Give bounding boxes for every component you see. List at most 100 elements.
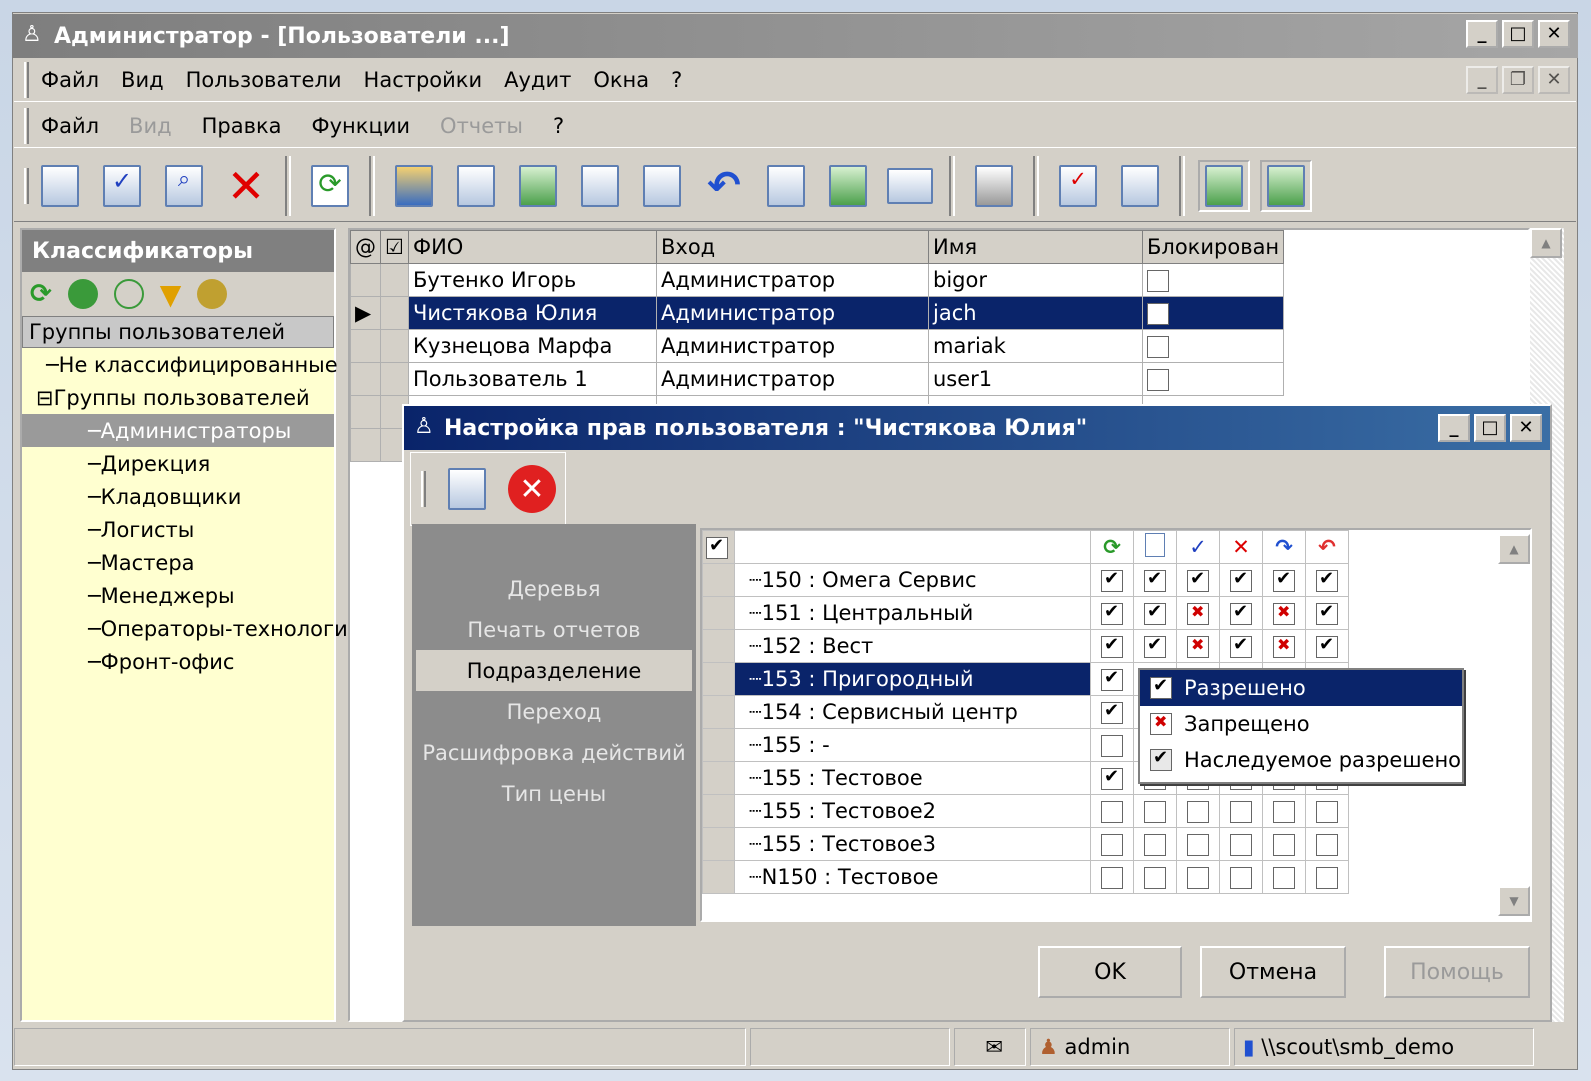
- right-checkbox[interactable]: [1187, 834, 1209, 856]
- right-checkbox[interactable]: [1230, 834, 1252, 856]
- rights-row[interactable]: ┈155 : Тестовое3: [702, 827, 1349, 861]
- name-cell[interactable]: bigor: [928, 263, 1143, 297]
- menu-6[interactable]: ?: [671, 68, 682, 92]
- right-checkbox[interactable]: [1101, 867, 1123, 889]
- fio-cell[interactable]: Бутенко Игорь: [408, 263, 657, 297]
- refresh-icon[interactable]: ⟳: [30, 279, 52, 309]
- list-icon[interactable]: [1114, 160, 1166, 212]
- settings-table-icon[interactable]: [441, 463, 493, 515]
- help-button[interactable]: Помощь: [1384, 946, 1530, 998]
- right-checkbox[interactable]: [1187, 867, 1209, 889]
- fio-cell[interactable]: Кузнецова Марфа: [408, 329, 657, 363]
- blocked-column[interactable]: Блокирован: [1141, 230, 1285, 264]
- right-checkbox[interactable]: [1144, 801, 1166, 823]
- scroll-up-icon[interactable]: ▲: [1498, 534, 1530, 564]
- right-checkbox[interactable]: [1187, 635, 1209, 658]
- cancel-icon[interactable]: ✕: [508, 465, 556, 513]
- menu-1[interactable]: Вид: [121, 68, 164, 92]
- rights-row[interactable]: ┈151 : Центральный: [702, 596, 1349, 630]
- tree-item-group[interactable]: ─ Администраторы: [22, 414, 334, 447]
- menu-item-denied[interactable]: Запрещено: [1140, 706, 1462, 742]
- name-cell[interactable]: jach: [928, 296, 1143, 330]
- refresh-icon[interactable]: ⟳: [304, 160, 356, 212]
- right-checkbox[interactable]: [1187, 801, 1209, 823]
- blocked-cell[interactable]: [1141, 296, 1285, 330]
- right-checkbox[interactable]: [1144, 601, 1166, 625]
- print-icon[interactable]: [968, 160, 1020, 212]
- attach-column[interactable]: @: [350, 230, 381, 264]
- right-checkbox[interactable]: [1273, 635, 1295, 658]
- right-checkbox[interactable]: [1101, 700, 1123, 724]
- right-checkbox[interactable]: [1144, 834, 1166, 856]
- menu2-2[interactable]: Правка: [202, 114, 282, 138]
- mail-icon[interactable]: ✉: [954, 1028, 1026, 1066]
- right-checkbox[interactable]: [1316, 834, 1338, 856]
- close-icon[interactable]: ✕: [1538, 20, 1570, 48]
- groups-selector[interactable]: Группы пользователей: [22, 316, 334, 348]
- table-row[interactable]: ▶ Чистякова Юлия Администратор jach: [350, 296, 1285, 330]
- menu2-1[interactable]: Вид: [129, 114, 172, 138]
- right-checkbox[interactable]: [1273, 568, 1295, 592]
- fio-cell[interactable]: Пользователь 1: [408, 362, 657, 396]
- right-checkbox[interactable]: [1101, 834, 1123, 856]
- import-icon[interactable]: [512, 160, 564, 212]
- table-row[interactable]: Бутенко Игорь Администратор bigor: [350, 263, 1285, 297]
- right-checkbox[interactable]: [1273, 867, 1295, 889]
- right-checkbox[interactable]: [1187, 602, 1209, 625]
- menu2-4[interactable]: Отчеты: [440, 114, 523, 138]
- category-item[interactable]: Расшифровка действий: [416, 732, 692, 773]
- right-checkbox[interactable]: [1144, 568, 1166, 592]
- fio-cell[interactable]: Чистякова Юлия: [408, 296, 657, 330]
- table-row[interactable]: Пользователь 1 Администратор user1: [350, 362, 1285, 396]
- tree-item-group[interactable]: ─ Менеджеры: [22, 579, 334, 612]
- select-all-checkbox[interactable]: [702, 530, 735, 564]
- maximize-icon[interactable]: □: [1502, 20, 1534, 48]
- login-column[interactable]: Вход: [656, 230, 929, 264]
- collapse-icon[interactable]: ⊟: [36, 386, 54, 410]
- name-column[interactable]: Имя: [928, 230, 1143, 264]
- right-checkbox[interactable]: [1273, 602, 1295, 625]
- category-item[interactable]: Печать отчетов: [416, 609, 692, 650]
- right-checkbox[interactable]: [1144, 634, 1166, 658]
- check-column[interactable]: ☑: [380, 230, 409, 264]
- rights-row[interactable]: ┈152 : Вест: [702, 629, 1349, 663]
- minimize-icon[interactable]: _: [1438, 414, 1470, 442]
- right-checkbox[interactable]: [1101, 801, 1123, 823]
- tree-move-icon[interactable]: [1260, 159, 1312, 212]
- blocked-checkbox[interactable]: [1147, 270, 1169, 292]
- menu-4[interactable]: Аудит: [504, 68, 571, 92]
- tree-icon[interactable]: [67, 279, 98, 309]
- view-document-icon[interactable]: ⌕: [158, 160, 210, 212]
- tree-item-group[interactable]: ─ Дирекция: [22, 447, 334, 480]
- undo-icon[interactable]: ↶: [698, 160, 750, 212]
- tree-item-group[interactable]: ─ Кладовщики: [22, 480, 334, 513]
- tree-item-group[interactable]: ─ Фронт-офис: [22, 645, 334, 678]
- blocked-cell[interactable]: [1141, 263, 1285, 297]
- login-cell[interactable]: Администратор: [656, 329, 929, 363]
- menu-item-allowed[interactable]: Разрешено: [1140, 670, 1462, 706]
- right-checkbox[interactable]: [1187, 568, 1209, 592]
- right-checkbox[interactable]: [1101, 766, 1123, 790]
- window-icon[interactable]: [884, 160, 936, 212]
- copy-icon[interactable]: [574, 160, 626, 212]
- right-checkbox[interactable]: [1101, 568, 1123, 592]
- menu2-5[interactable]: ?: [553, 114, 564, 138]
- right-checkbox[interactable]: [1144, 867, 1166, 889]
- mdi-close-icon[interactable]: ✕: [1538, 66, 1570, 94]
- rights-row[interactable]: ┈150 : Омега Сервис: [702, 563, 1349, 597]
- login-cell[interactable]: Администратор: [656, 296, 929, 330]
- right-checkbox[interactable]: [1316, 801, 1338, 823]
- menu2-3[interactable]: Функции: [312, 114, 411, 138]
- login-cell[interactable]: Администратор: [656, 362, 929, 396]
- blocked-checkbox[interactable]: [1147, 369, 1169, 391]
- add-tree-icon[interactable]: [197, 279, 228, 309]
- right-checkbox[interactable]: [1230, 801, 1252, 823]
- right-checkbox[interactable]: [1316, 601, 1338, 625]
- login-cell[interactable]: Администратор: [656, 263, 929, 297]
- delete-icon[interactable]: ✕: [220, 159, 272, 213]
- blocked-checkbox[interactable]: [1147, 303, 1169, 325]
- right-checkbox[interactable]: [1316, 634, 1338, 658]
- category-item[interactable]: Подразделение: [416, 650, 692, 691]
- blocked-cell[interactable]: [1141, 329, 1285, 363]
- right-checkbox[interactable]: [1316, 568, 1338, 592]
